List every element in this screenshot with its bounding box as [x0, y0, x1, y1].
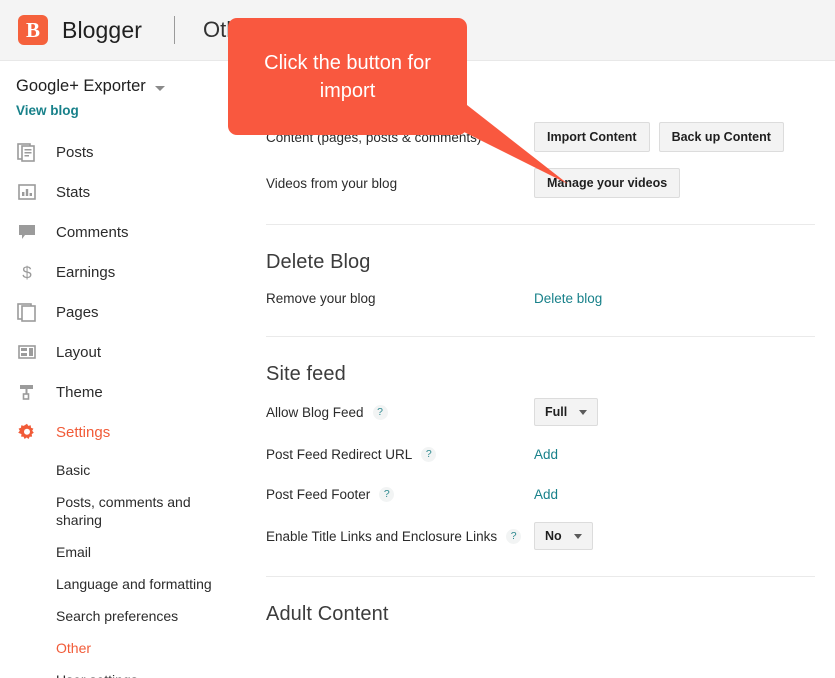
chevron-down-icon	[154, 85, 165, 91]
settings-subnav: Basic Posts, comments and sharing Email …	[0, 454, 253, 678]
blog-title: Google+ Exporter	[16, 77, 146, 95]
row-post-feed-redirect-url: Post Feed Redirect URL ? Add	[266, 434, 815, 474]
help-icon[interactable]: ?	[372, 404, 388, 420]
row-controls: Delete blog	[534, 291, 602, 306]
sidebar-subitem-other[interactable]: Other	[0, 632, 235, 664]
row-label-text: Post Feed Footer	[266, 486, 371, 502]
sidebar-item-label: Posts	[56, 143, 94, 161]
brand-name[interactable]: Blogger	[62, 17, 142, 44]
row-controls: Add	[534, 487, 558, 502]
row-post-feed-footer: Post Feed Footer ? Add	[266, 474, 815, 514]
chevron-down-icon	[573, 533, 582, 539]
blogger-logo-letter: B	[25, 18, 40, 42]
section-title: Site feed	[266, 363, 346, 385]
sidebar-item-label: Theme	[56, 383, 103, 401]
section-adult-content: Adult Content	[253, 577, 835, 630]
row-label: Videos from your blog	[266, 175, 398, 191]
chevron-down-icon	[579, 409, 588, 415]
import-content-button[interactable]: Import Content	[534, 122, 650, 152]
row-label: Post Feed Footer ?	[266, 486, 534, 502]
sidebar-nav: Posts Stats Comments $ Earnings Pages La…	[0, 132, 253, 678]
row-label: Allow Blog Feed ?	[266, 404, 534, 420]
row-controls: No	[534, 522, 593, 550]
posts-icon	[16, 141, 38, 163]
help-icon[interactable]: ?	[506, 528, 522, 544]
row-label: Remove your blog	[266, 290, 376, 306]
sidebar-item-posts[interactable]: Posts	[0, 132, 253, 172]
callout-bubble[interactable]: Click the button for import	[228, 18, 467, 135]
sidebar-item-stats[interactable]: Stats	[0, 172, 253, 212]
allow-blog-feed-select[interactable]: Full	[534, 398, 599, 426]
pages-icon	[16, 301, 38, 323]
gear-icon	[16, 421, 38, 443]
enable-title-links-select[interactable]: No	[534, 522, 593, 550]
theme-roller-icon	[16, 381, 38, 403]
row-remove-blog: Remove your blog Delete blog	[266, 278, 815, 318]
callout-text: Click the button for import	[264, 51, 431, 102]
blogger-settings-page: B Blogger Other Google+ Exporter View bl…	[0, 0, 835, 678]
row-controls: Add	[534, 447, 558, 462]
row-label-text: Allow Blog Feed	[266, 404, 364, 420]
sidebar-item-earnings[interactable]: $ Earnings	[0, 252, 253, 292]
sidebar-subitem-language-and-formatting[interactable]: Language and formatting	[0, 568, 235, 600]
sidebar-item-comments[interactable]: Comments	[0, 212, 253, 252]
sidebar-item-pages[interactable]: Pages	[0, 292, 253, 332]
select-value: Full	[545, 405, 568, 419]
blogger-logo-icon[interactable]: B	[18, 15, 48, 45]
row-label-text: Post Feed Redirect URL	[266, 446, 413, 462]
layout-icon	[16, 341, 38, 363]
row-label: Post Feed Redirect URL ?	[266, 446, 534, 462]
row-videos: Videos from your blog Manage your videos	[266, 160, 815, 206]
blog-selector[interactable]: Google+ Exporter	[0, 61, 253, 96]
sidebar-item-settings[interactable]: Settings	[0, 412, 253, 452]
comments-icon	[16, 221, 38, 243]
view-blog-link[interactable]: View blog	[0, 96, 253, 118]
sidebar-subitem-search-preferences[interactable]: Search preferences	[0, 600, 235, 632]
post-feed-redirect-url-add-link[interactable]: Add	[534, 447, 558, 462]
row-controls: Full	[534, 398, 599, 426]
sidebar-subitem-posts-comments-sharing[interactable]: Posts, comments and sharing	[0, 486, 235, 536]
section-site-feed: Site feed Allow Blog Feed ? Full Post Fe…	[253, 337, 835, 577]
svg-text:$: $	[22, 263, 32, 282]
sidebar-item-label: Settings	[56, 423, 111, 441]
stats-icon	[16, 181, 38, 203]
section-title: Delete Blog	[266, 251, 371, 273]
sidebar-subitem-basic[interactable]: Basic	[0, 454, 235, 486]
section-title: Adult Content	[266, 603, 389, 625]
sidebar-item-label: Earnings	[56, 263, 116, 281]
sidebar-item-label: Layout	[56, 343, 102, 361]
sidebar-subitem-user-settings[interactable]: User settings	[0, 664, 235, 678]
sidebar-item-layout[interactable]: Layout	[0, 332, 253, 372]
select-value: No	[545, 529, 562, 543]
row-label-text: Enable Title Links and Enclosure Links	[266, 528, 498, 544]
sidebar-subitem-email[interactable]: Email	[0, 536, 235, 568]
help-icon[interactable]: ?	[421, 446, 437, 462]
manage-your-videos-button[interactable]: Manage your videos	[534, 168, 681, 198]
sidebar-item-label: Pages	[56, 303, 99, 321]
sidebar-item-theme[interactable]: Theme	[0, 372, 253, 412]
row-controls: Manage your videos	[534, 168, 681, 198]
post-feed-footer-add-link[interactable]: Add	[534, 487, 558, 502]
section-delete-blog: Delete Blog Remove your blog Delete blog	[253, 225, 835, 337]
row-allow-blog-feed: Allow Blog Feed ? Full	[266, 390, 815, 434]
row-label: Enable Title Links and Enclosure Links ?	[266, 528, 534, 544]
sidebar-item-label: Comments	[56, 223, 129, 241]
back-up-content-button[interactable]: Back up Content	[658, 122, 784, 152]
sidebar: Google+ Exporter View blog Posts Stats C…	[0, 61, 253, 678]
earnings-dollar-icon: $	[16, 261, 38, 283]
help-icon[interactable]: ?	[379, 486, 395, 502]
sidebar-item-label: Stats	[56, 183, 91, 201]
header-divider	[173, 16, 175, 44]
row-enable-title-enclosure-links: Enable Title Links and Enclosure Links ?…	[266, 514, 815, 558]
row-controls: Import Content Back up Content	[534, 122, 784, 152]
delete-blog-link[interactable]: Delete blog	[534, 291, 602, 306]
settings-other-panel: Import & back up Content (pages, posts &…	[253, 61, 835, 678]
